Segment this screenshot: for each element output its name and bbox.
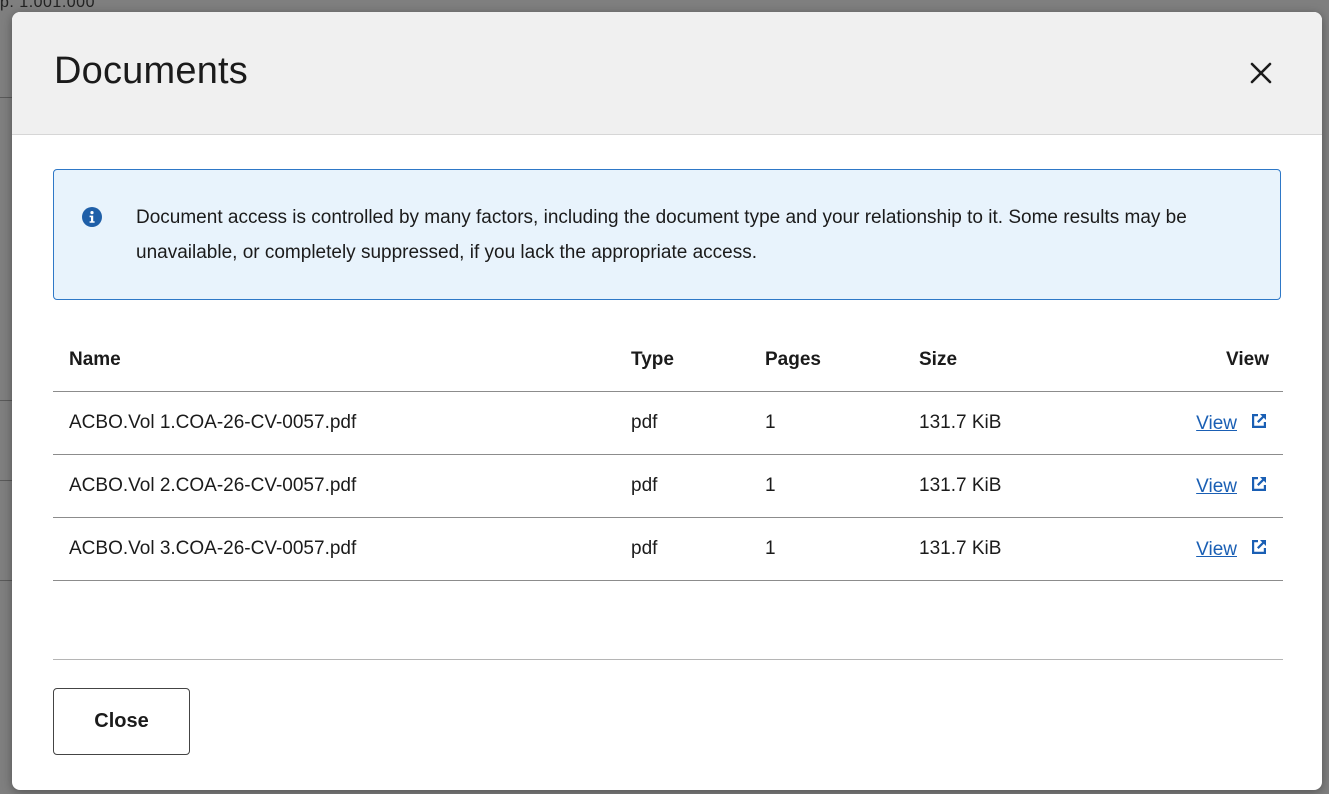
view-link[interactable]: View: [1196, 413, 1237, 434]
external-link-icon[interactable]: [1249, 474, 1269, 494]
view-cell: View: [1119, 517, 1283, 581]
info-icon: [82, 207, 102, 227]
table-row: ACBO.Vol 2.COA-26-CV-0057.pdf pdf 1 131.…: [53, 454, 1283, 518]
document-size: 131.7 KiB: [903, 454, 1119, 518]
access-info-alert: Document access is controlled by many fa…: [53, 169, 1281, 300]
view-cell: View: [1119, 391, 1283, 455]
backdrop-divider: [0, 400, 12, 401]
backdrop-text: p. 1.001.000: [0, 0, 95, 11]
table-row: ACBO.Vol 1.COA-26-CV-0057.pdf pdf 1 131.…: [53, 391, 1283, 455]
table-header-row: Name Type Pages Size View: [53, 329, 1283, 392]
document-size: 131.7 KiB: [903, 391, 1119, 455]
close-button[interactable]: Close: [53, 688, 190, 755]
document-pages: 1: [749, 454, 903, 518]
column-header-size: Size: [903, 329, 1119, 392]
external-link-icon[interactable]: [1249, 537, 1269, 557]
document-type: pdf: [615, 391, 749, 455]
dialog-title: Documents: [54, 50, 248, 92]
column-header-pages: Pages: [749, 329, 903, 392]
document-size: 131.7 KiB: [903, 517, 1119, 581]
footer-divider: [53, 659, 1283, 660]
external-link-icon[interactable]: [1249, 411, 1269, 431]
documents-dialog: Documents Document access is controlled …: [12, 12, 1322, 790]
document-pages: 1: [749, 391, 903, 455]
document-type: pdf: [615, 454, 749, 518]
document-type: pdf: [615, 517, 749, 581]
alert-message: Document access is controlled by many fa…: [136, 207, 1187, 263]
view-link[interactable]: View: [1196, 539, 1237, 560]
backdrop-divider: [0, 480, 12, 481]
close-icon[interactable]: [1244, 56, 1278, 90]
view-link[interactable]: View: [1196, 476, 1237, 497]
backdrop-divider: [0, 580, 12, 581]
dialog-header: Documents: [12, 12, 1322, 135]
table-row: ACBO.Vol 3.COA-26-CV-0057.pdf pdf 1 131.…: [53, 517, 1283, 581]
column-header-type: Type: [615, 329, 749, 392]
backdrop-divider: [0, 97, 12, 98]
document-name: ACBO.Vol 2.COA-26-CV-0057.pdf: [53, 454, 615, 518]
document-name: ACBO.Vol 1.COA-26-CV-0057.pdf: [53, 391, 615, 455]
column-header-view: View: [1119, 329, 1283, 392]
document-name: ACBO.Vol 3.COA-26-CV-0057.pdf: [53, 517, 615, 581]
column-header-name: Name: [53, 329, 615, 392]
document-pages: 1: [749, 517, 903, 581]
documents-table: Name Type Pages Size View ACBO.Vol 1.COA…: [53, 329, 1283, 581]
view-cell: View: [1119, 454, 1283, 518]
